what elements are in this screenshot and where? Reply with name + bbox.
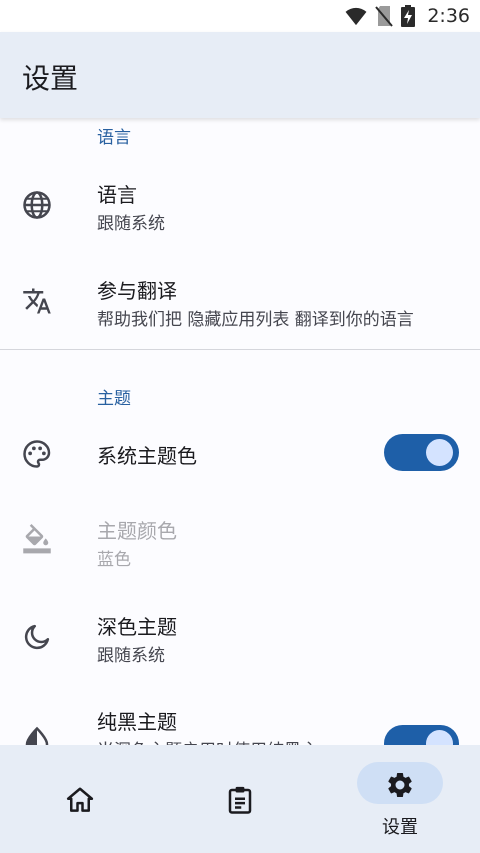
setting-title: 系统主题色 [97,444,197,468]
switch-knob [426,439,453,466]
setting-item-black-theme[interactable]: 纯黑主题 当深色主题启用时使用纯黑主 [0,686,480,745]
setting-subtitle: 跟随系统 [97,646,165,666]
setting-subtitle: 当深色主题启用时使用纯黑主 [97,736,318,745]
globe-icon [23,191,51,219]
moon-icon [24,624,50,650]
format-color-fill-icon [23,524,51,554]
setting-item-translate[interactable]: 参与翻译 帮助我们把 隐藏应用列表 翻译到你的语言 [0,254,480,350]
page-title: 设置 [22,62,79,95]
section-divider [0,349,480,350]
setting-title: 主题颜色 [97,519,177,543]
settings-screen: 2:36 设置 语言 语言 跟随系统 参与翻译 帮助我们把 隐藏应用列表 翻译到… [0,0,480,853]
setting-subtitle: 跟随系统 [97,214,165,234]
home-icon [66,787,94,812]
palette-icon [23,440,51,468]
section-header-language: 语言 [97,128,131,148]
setting-title: 纯黑主题 [97,710,177,734]
status-icons: 2:36 [345,4,470,28]
setting-title: 参与翻译 [97,279,177,303]
setting-item-dark-theme[interactable]: 深色主题 跟随系统 [0,590,480,686]
setting-title: 语言 [97,183,137,207]
nav-item-app-list[interactable] [160,745,320,853]
section-header-theme: 主题 [97,389,131,409]
nav-item-home[interactable] [0,745,160,853]
contrast-icon [25,726,49,745]
no-sim-icon [375,6,394,27]
setting-item-language[interactable]: 语言 跟随系统 [0,158,480,254]
bottom-navigation: 设置 [0,745,480,853]
nav-label: 设置 [382,817,418,838]
status-bar: 2:36 [0,0,480,32]
gear-icon [388,772,412,797]
system-color-switch[interactable] [384,434,459,471]
setting-item-system-color[interactable]: 系统主题色 [0,414,480,494]
status-time: 2:36 [427,5,470,27]
clipboard-list-icon [228,786,252,814]
nav-item-settings[interactable]: 设置 [320,745,480,853]
translate-icon [23,288,51,314]
setting-subtitle: 蓝色 [97,550,131,570]
setting-subtitle: 帮助我们把 隐藏应用列表 翻译到你的语言 [97,310,414,330]
switch-knob [426,730,453,745]
settings-list[interactable]: 语言 语言 跟随系统 参与翻译 帮助我们把 隐藏应用列表 翻译到你的语言 主题 [0,118,480,745]
wifi-icon [345,7,367,26]
black-theme-switch[interactable] [384,725,459,745]
setting-title: 深色主题 [97,615,177,639]
setting-item-theme-color[interactable]: 主题颜色 蓝色 [0,494,480,590]
app-bar: 设置 [0,32,480,118]
battery-charging-icon [401,5,416,27]
